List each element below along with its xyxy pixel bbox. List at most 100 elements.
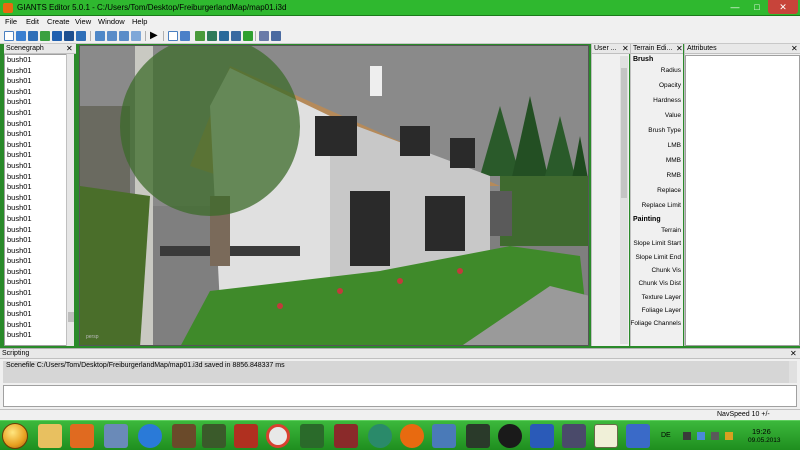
menu-file[interactable]: File [5,17,17,26]
scripting-close-icon[interactable]: ✕ [790,349,797,358]
scenegraph-item[interactable]: bush01 [5,225,73,236]
terrain-panel-close-icon[interactable]: ✕ [676,44,683,53]
scenegraph-item[interactable]: bush01 [5,299,73,310]
save-as-icon[interactable] [64,31,74,41]
user-panel-scrollbar[interactable] [620,56,628,344]
scenegraph-scrollbar[interactable] [66,54,74,346]
minimize-button[interactable]: — [724,0,746,14]
tray-arrow-icon[interactable] [683,432,691,440]
export-icon[interactable] [40,31,50,41]
menu-help[interactable]: Help [132,17,147,26]
blender-icon[interactable] [400,424,424,448]
explorer-icon[interactable] [38,424,62,448]
app-icon[interactable] [368,424,392,448]
scenegraph-close-icon[interactable]: ✕ [66,44,73,53]
redo-icon[interactable] [119,31,129,41]
scenegraph-scroll-thumb[interactable] [68,312,74,322]
scenegraph-item[interactable]: bush01 [5,150,73,161]
scenegraph-item[interactable]: bush01 [5,277,73,288]
import-icon[interactable] [28,31,38,41]
scenegraph-item[interactable]: bush01 [5,76,73,87]
clock-time[interactable]: 19:26 [752,427,771,436]
scenegraph-item[interactable]: bush01 [5,172,73,183]
tractor-icon[interactable] [300,424,324,448]
maximize-button[interactable]: □ [746,0,768,14]
scenegraph-item[interactable]: bush01 [5,288,73,299]
minecraft-icon[interactable] [172,424,196,448]
history-icon[interactable] [131,31,141,41]
tractor-icon-2[interactable] [466,424,490,448]
save-all-icon[interactable] [76,31,86,41]
scenegraph-tree[interactable]: bush01 bush01 bush01 bush01 bush01 bush01 bush… [4,54,74,346]
scenegraph-item[interactable]: bush01 [5,309,73,320]
chart-icon[interactable] [530,424,554,448]
volume-icon[interactable] [711,432,719,440]
scenegraph-item[interactable]: bush01 [5,267,73,278]
scenegraph-item[interactable]: bush01 [5,97,73,108]
terrain-paint-icon[interactable] [219,31,229,41]
menu-view[interactable]: View [75,17,91,26]
scenegraph-item[interactable]: bush01 [5,182,73,193]
play-icon[interactable]: ▶ [150,31,160,41]
snap-icon[interactable] [259,31,269,41]
close-button[interactable]: ✕ [768,0,798,14]
scenegraph-item[interactable]: bush01 [5,129,73,140]
tool-icon[interactable] [104,424,128,448]
user-panel-scroll-thumb[interactable] [621,68,627,198]
monitor-icon[interactable] [626,424,650,448]
menu-create[interactable]: Create [47,17,70,26]
clock-date[interactable]: 09.05.2013 [748,437,781,444]
save-icon[interactable] [52,31,62,41]
flag-icon[interactable] [725,432,733,440]
scenegraph-item[interactable]: bush01 [5,119,73,130]
3d-viewport[interactable]: persp [79,45,589,346]
scenegraph-item[interactable]: bush01 [5,108,73,119]
terrain-flatten-icon[interactable] [231,31,241,41]
new-file-icon[interactable] [4,31,14,41]
scenegraph-item[interactable]: bush01 [5,193,73,204]
taskbar: DE 19:26 09.05.2013 [0,420,800,450]
media-player-icon[interactable] [70,424,94,448]
language-indicator[interactable]: DE [661,432,671,439]
attributes-close-icon[interactable]: ✕ [791,44,798,53]
scenegraph-item[interactable]: bush01 [5,246,73,257]
scenegraph-item[interactable]: bush01 [5,256,73,267]
terrain-smooth-icon[interactable] [207,31,217,41]
scenegraph-item[interactable]: bush01 [5,330,73,341]
open-file-icon[interactable] [16,31,26,41]
number-2-icon[interactable] [498,424,522,448]
script-input[interactable] [3,385,797,407]
refresh-icon[interactable] [95,31,105,41]
attributes-content[interactable] [685,55,800,346]
scenegraph-item[interactable]: bush01 [5,320,73,331]
chrome-icon[interactable] [266,424,290,448]
game-icon-2[interactable] [334,424,358,448]
game-icon[interactable] [202,424,226,448]
scenegraph-item[interactable]: bush01 [5,235,73,246]
network-icon[interactable] [697,432,705,440]
foliage-paint-icon[interactable] [243,31,253,41]
terrain-raise-icon[interactable] [195,31,205,41]
app-icon-2[interactable] [432,424,456,448]
script-log-scrollbar[interactable] [789,361,797,383]
scenegraph-item[interactable]: bush01 [5,214,73,225]
scenegraph-item[interactable]: bush01 [5,87,73,98]
scenegraph-item[interactable]: bush01 [5,66,73,77]
menu-window[interactable]: Window [98,17,125,26]
steam-icon[interactable] [562,424,586,448]
farming-simulator-2012-icon[interactable] [234,424,258,448]
giants-editor-taskbar-icon[interactable] [594,424,618,448]
start-button[interactable] [2,423,28,449]
user-panel-close-icon[interactable]: ✕ [622,44,629,53]
menu-edit[interactable]: Edit [26,17,39,26]
scenegraph-item[interactable]: bush01 [5,140,73,151]
move-tool-icon[interactable] [180,31,190,41]
internet-explorer-icon[interactable] [138,424,162,448]
undo-icon[interactable] [107,31,117,41]
select-tool-icon[interactable] [168,31,178,41]
scenegraph-item[interactable]: bush01 [5,55,73,66]
scenegraph-item[interactable]: bush01 [5,161,73,172]
gizmo-icon[interactable] [271,31,281,41]
attributes-header: Attributes ✕ [685,44,800,54]
scenegraph-item[interactable]: bush01 [5,203,73,214]
